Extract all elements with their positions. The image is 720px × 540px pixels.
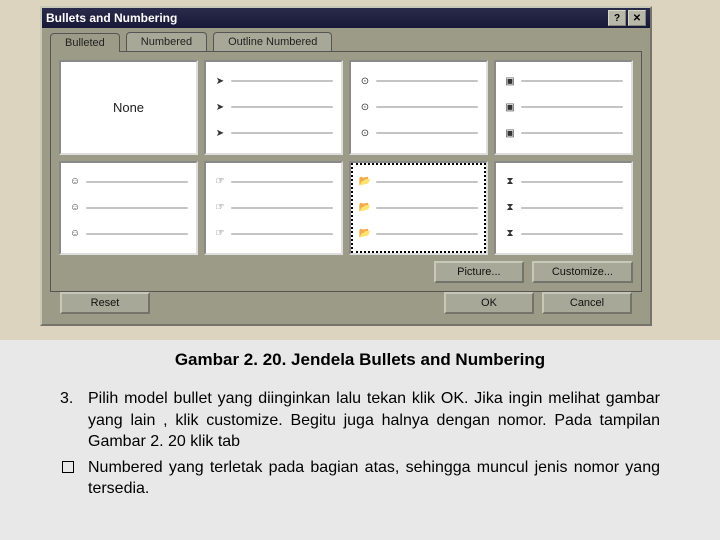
tab-bulleted[interactable]: Bulleted — [50, 33, 120, 52]
bullet-style-grid: None ➤ ➤ ➤ ⊙ ⊙ ⊙ ▣ ▣ ▣ — [59, 60, 633, 255]
tab-strip: Bulleted Numbered Outline Numbered — [50, 32, 642, 51]
pointer-icon: ☞ — [214, 202, 226, 213]
hourglass-icon: ⧗ — [504, 202, 516, 213]
instruction-paragraph-1: 3. Pilih model bullet yang diinginkan la… — [60, 388, 660, 453]
tab-numbered[interactable]: Numbered — [126, 32, 207, 51]
tab-pane-bulleted: None ➤ ➤ ➤ ⊙ ⊙ ⊙ ▣ ▣ ▣ — [50, 51, 642, 292]
reset-button[interactable]: Reset — [60, 292, 150, 314]
tab-outline-numbered[interactable]: Outline Numbered — [213, 32, 332, 51]
bullet-option-pointer[interactable]: ☞ ☞ ☞ — [204, 161, 343, 256]
smiley-icon: ☺ — [69, 176, 81, 187]
folder-icon: 📂 — [359, 176, 371, 187]
hourglass-icon: ⧗ — [504, 176, 516, 187]
bullet-option-none[interactable]: None — [59, 60, 198, 155]
help-button[interactable]: ? — [608, 10, 626, 26]
smiley-icon: ☺ — [69, 228, 81, 239]
dot-icon: ⊙ — [359, 102, 371, 113]
figure-caption: Gambar 2. 20. Jendela Bullets and Number… — [60, 350, 660, 370]
square-icon: ▣ — [504, 76, 516, 87]
dialog-title: Bullets and Numbering — [46, 11, 606, 25]
cancel-button[interactable]: Cancel — [542, 292, 632, 314]
square-icon: ▣ — [504, 102, 516, 113]
instruction-paragraph-2: Numbered yang terletak pada bagian atas,… — [60, 457, 660, 500]
arrow-icon: ➤ — [214, 102, 226, 113]
dot-icon: ⊙ — [359, 128, 371, 139]
customize-button[interactable]: Customize... — [532, 261, 633, 283]
arrow-icon: ➤ — [214, 76, 226, 87]
bullet-option-dot[interactable]: ⊙ ⊙ ⊙ — [349, 60, 488, 155]
pointer-icon: ☞ — [214, 176, 226, 187]
checkbox-icon — [62, 461, 74, 473]
bullet-option-folder[interactable]: 📂 📂 📂 — [349, 161, 488, 256]
bullet-option-smiley[interactable]: ☺ ☺ ☺ — [59, 161, 198, 256]
bullet-option-square[interactable]: ▣ ▣ ▣ — [494, 60, 633, 155]
bullet-option-hourglass[interactable]: ⧗ ⧗ ⧗ — [494, 161, 633, 256]
folder-icon: 📂 — [359, 228, 371, 239]
arrow-icon: ➤ — [214, 128, 226, 139]
bullet-option-arrow[interactable]: ➤ ➤ ➤ — [204, 60, 343, 155]
hourglass-icon: ⧗ — [504, 228, 516, 239]
picture-button[interactable]: Picture... — [434, 261, 524, 283]
close-button[interactable]: ✕ — [628, 10, 646, 26]
bullets-numbering-dialog: Bullets and Numbering ? ✕ Bulleted Numbe… — [40, 6, 652, 326]
titlebar: Bullets and Numbering ? ✕ — [42, 8, 650, 28]
square-icon: ▣ — [504, 128, 516, 139]
none-label: None — [113, 100, 144, 115]
ok-button[interactable]: OK — [444, 292, 534, 314]
smiley-icon: ☺ — [69, 202, 81, 213]
list-number: 3. — [60, 388, 88, 453]
dot-icon: ⊙ — [359, 76, 371, 87]
pointer-icon: ☞ — [214, 228, 226, 239]
folder-icon: 📂 — [359, 202, 371, 213]
